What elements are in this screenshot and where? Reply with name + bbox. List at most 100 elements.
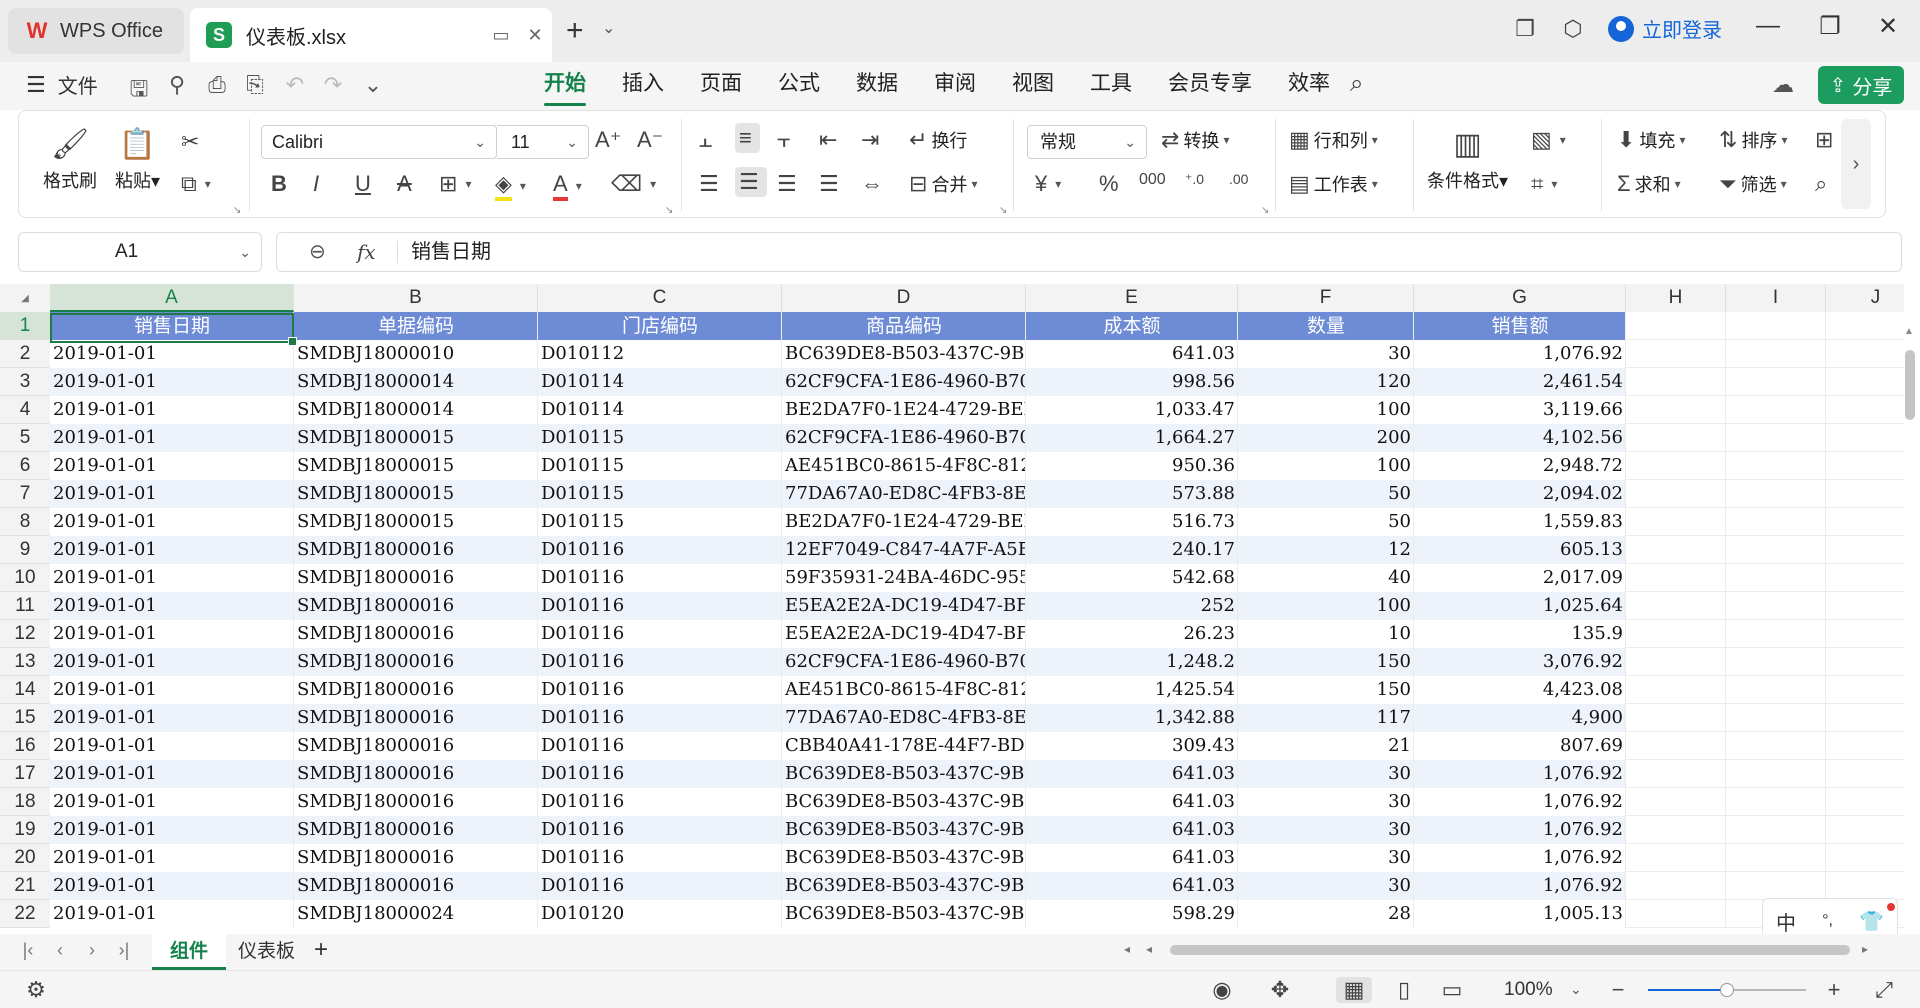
cell[interactable]: 12EF7049-C847-4A7F-A5E xyxy=(782,536,1026,564)
add-sheet-button[interactable]: + xyxy=(314,936,328,964)
tab-formula[interactable]: 公式 xyxy=(760,62,838,110)
cell[interactable]: 50 xyxy=(1238,508,1414,536)
decrease-decimal-button[interactable]: .00 xyxy=(1229,171,1252,187)
sum-button[interactable]: Σ 求和 ▾ xyxy=(1617,171,1681,197)
cell[interactable]: 2,948.72 xyxy=(1414,452,1626,480)
page-layout-view-icon[interactable]: ▭ xyxy=(1434,977,1470,1003)
vertical-scroll-thumb[interactable] xyxy=(1905,350,1915,420)
cell[interactable]: 77DA67A0-ED8C-4FB3-8EC xyxy=(782,480,1026,508)
column-header-f[interactable]: F xyxy=(1238,284,1414,312)
last-sheet-icon[interactable]: ›| xyxy=(112,940,136,961)
empty-cells[interactable] xyxy=(1626,872,1904,900)
convert-button[interactable]: ⇄ 转换 ▾ xyxy=(1161,127,1229,153)
cell[interactable]: 30 xyxy=(1238,872,1414,900)
cell[interactable]: D010116 xyxy=(538,704,782,732)
header-cell[interactable]: 成本额 xyxy=(1026,312,1238,340)
zoom-in-icon[interactable]: + xyxy=(1816,977,1852,1003)
cell[interactable]: 30 xyxy=(1238,844,1414,872)
minimize-icon[interactable]: — xyxy=(1748,12,1788,40)
cell[interactable]: 1,076.92 xyxy=(1414,760,1626,788)
empty-cells[interactable] xyxy=(1626,564,1904,592)
cell[interactable]: 10 xyxy=(1238,620,1414,648)
row-header[interactable]: 22 xyxy=(0,900,50,928)
header-cell[interactable]: 商品编码 xyxy=(782,312,1026,340)
tab-review[interactable]: 审阅 xyxy=(916,62,994,110)
formula-bar[interactable]: ⊖ fx 销售日期 xyxy=(276,232,1902,272)
cell[interactable]: 100 xyxy=(1238,452,1414,480)
cell[interactable]: 100 xyxy=(1238,396,1414,424)
align-top-button[interactable]: ⫠ xyxy=(699,127,716,153)
cell[interactable]: SMDBJ18000016 xyxy=(294,648,538,676)
cell[interactable]: D010116 xyxy=(538,788,782,816)
paste-button[interactable]: 📋 粘贴▾ xyxy=(115,123,160,193)
cell[interactable]: 605.13 xyxy=(1414,536,1626,564)
clipboard-dialog-icon[interactable]: ↘ xyxy=(233,205,241,216)
cell[interactable]: 252 xyxy=(1026,592,1238,620)
cell[interactable]: 200 xyxy=(1238,424,1414,452)
cell[interactable]: D010115 xyxy=(538,452,782,480)
cell[interactable]: 598.29 xyxy=(1026,900,1238,928)
conditional-format-button[interactable]: ▥ 条件格式▾ xyxy=(1427,123,1508,193)
font-name-select[interactable]: Calibri ⌄ xyxy=(261,125,497,159)
page-break-view-icon[interactable]: ▯ xyxy=(1386,977,1422,1003)
cell[interactable]: 12 xyxy=(1238,536,1414,564)
row-header[interactable]: 18 xyxy=(0,788,50,816)
cell[interactable]: 516.73 xyxy=(1026,508,1238,536)
cell[interactable]: AE451BC0-8615-4F8C-812 xyxy=(782,676,1026,704)
cell[interactable]: 1,076.92 xyxy=(1414,340,1626,368)
cell[interactable]: 117 xyxy=(1238,704,1414,732)
row-header[interactable]: 1 xyxy=(0,312,50,340)
empty-cells[interactable] xyxy=(1626,592,1904,620)
cell[interactable]: 2019-01-01 xyxy=(50,732,294,760)
cell[interactable]: D010116 xyxy=(538,620,782,648)
name-box[interactable]: A1 ⌄ xyxy=(18,232,262,272)
underline-button[interactable]: U xyxy=(355,171,375,197)
cell[interactable]: 641.03 xyxy=(1026,788,1238,816)
zoom-formula-icon[interactable]: ⊖ xyxy=(309,233,326,271)
cell[interactable]: 1,664.27 xyxy=(1026,424,1238,452)
quick-access-chevron-icon[interactable]: ⌄ xyxy=(358,72,388,98)
increase-indent-button[interactable]: ⇥ xyxy=(861,127,883,153)
worksheet-button[interactable]: ▤ 工作表 ▾ xyxy=(1289,171,1378,197)
cell[interactable]: SMDBJ18000016 xyxy=(294,592,538,620)
tab-member[interactable]: 会员专享 xyxy=(1150,62,1270,110)
distribute-button[interactable]: ⇔ xyxy=(861,171,887,197)
select-all-corner[interactable]: ◢ xyxy=(0,284,50,312)
column-header-g[interactable]: G xyxy=(1414,284,1626,312)
vertical-scrollbar[interactable]: ▲ xyxy=(1902,324,1918,928)
row-header[interactable]: 19 xyxy=(0,816,50,844)
horizontal-scroll-thumb[interactable] xyxy=(1170,945,1850,955)
alignment-dialog-icon[interactable]: ↘ xyxy=(999,205,1007,216)
cell[interactable]: 2019-01-01 xyxy=(50,564,294,592)
cell[interactable]: 2019-01-01 xyxy=(50,648,294,676)
cell[interactable]: 2019-01-01 xyxy=(50,508,294,536)
document-tab[interactable]: S 仪表板.xlsx ▭ ✕ xyxy=(190,8,552,62)
cell[interactable]: 2019-01-01 xyxy=(50,900,294,928)
cell[interactable]: SMDBJ18000024 xyxy=(294,900,538,928)
cell[interactable]: SMDBJ18000016 xyxy=(294,704,538,732)
cell[interactable]: SMDBJ18000016 xyxy=(294,844,538,872)
share-link-icon[interactable]: ⚲ xyxy=(162,72,192,98)
ime-language[interactable]: 中 xyxy=(1776,907,1796,936)
cell[interactable]: CBB40A41-178E-44F7-BD5 xyxy=(782,732,1026,760)
cell[interactable]: 62CF9CFA-1E86-4960-B70 xyxy=(782,368,1026,396)
cell[interactable]: 77DA67A0-ED8C-4FB3-8EC xyxy=(782,704,1026,732)
header-cell[interactable]: 数量 xyxy=(1238,312,1414,340)
row-header[interactable]: 17 xyxy=(0,760,50,788)
spreadsheet-grid[interactable]: ◢ A B C D E F G H I J 1 销售日期 单据编码 门店编码 商品编码 成本额 数量 销售额 2 20… xyxy=(0,284,1904,928)
restore-icon[interactable]: ❐ xyxy=(1810,12,1850,41)
cell[interactable]: 2019-01-01 xyxy=(50,536,294,564)
cell[interactable]: D010116 xyxy=(538,648,782,676)
empty-cells[interactable] xyxy=(1626,732,1904,760)
find-button[interactable]: ⌕ xyxy=(1815,171,1831,197)
cell[interactable]: D010116 xyxy=(538,844,782,872)
cell[interactable]: 4,102.56 xyxy=(1414,424,1626,452)
cell[interactable]: 1,425.54 xyxy=(1026,676,1238,704)
scroll-right-icon[interactable]: ▸ xyxy=(1862,942,1868,956)
cell[interactable]: 150 xyxy=(1238,648,1414,676)
cell[interactable]: 30 xyxy=(1238,760,1414,788)
function-icon[interactable]: fx xyxy=(357,233,376,271)
increase-decimal-button[interactable]: ⁺.0 xyxy=(1185,171,1208,188)
column-header-j[interactable]: J xyxy=(1826,284,1904,312)
cell[interactable]: 2,094.02 xyxy=(1414,480,1626,508)
